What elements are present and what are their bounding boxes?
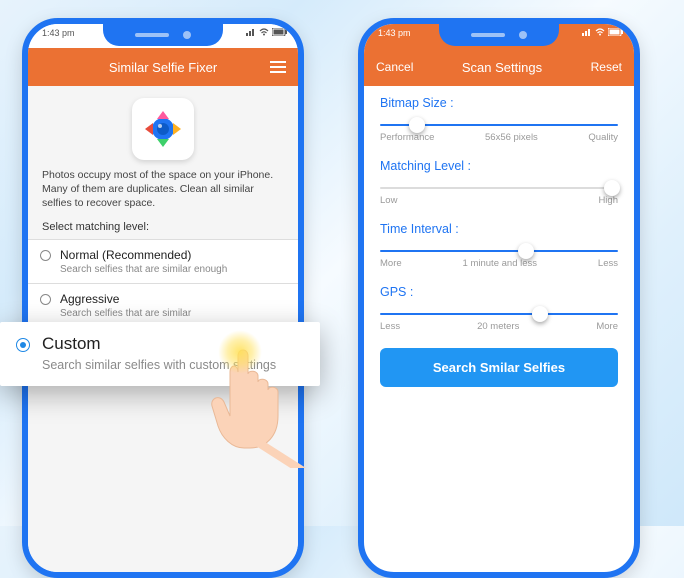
setting-gps: GPS : Less 20 meters More xyxy=(380,285,618,332)
radio-icon xyxy=(40,250,51,261)
option-title: Aggressive xyxy=(60,292,284,306)
status-indicators xyxy=(246,28,288,36)
setting-label: Matching Level : xyxy=(380,159,618,173)
notch xyxy=(103,24,223,46)
slider-right-label: Less xyxy=(598,258,618,269)
lens-icon xyxy=(139,105,187,153)
battery-icon xyxy=(272,28,288,36)
description-text: Photos occupy most of the space on your … xyxy=(28,168,298,221)
option-title: Normal (Recommended) xyxy=(60,248,284,262)
slider-left-label: Low xyxy=(380,195,397,206)
notch xyxy=(439,24,559,46)
custom-callout[interactable]: Custom Search similar selfies with custo… xyxy=(0,322,320,386)
status-time: 1:43 pm xyxy=(378,28,411,38)
cancel-button[interactable]: Cancel xyxy=(376,60,413,74)
callout-subtitle: Search similar selfies with custom setti… xyxy=(42,358,304,372)
slider-right-label: More xyxy=(596,321,618,332)
setting-label: Bitmap Size : xyxy=(380,96,618,110)
setting-time: Time Interval : More 1 minute and less L… xyxy=(380,222,618,269)
phone-left: 1:43 pm Similar Selfie Fixer xyxy=(22,18,304,578)
status-indicators xyxy=(582,28,624,36)
bitmap-slider[interactable] xyxy=(380,124,618,126)
setting-matching: Matching Level : Low High xyxy=(380,159,618,206)
option-aggressive[interactable]: Aggressive Search selfies that are simil… xyxy=(28,283,298,327)
wifi-icon xyxy=(595,28,605,36)
option-subtitle: Search selfies that are similar xyxy=(60,308,284,319)
menu-icon[interactable] xyxy=(270,61,286,73)
radio-icon xyxy=(16,338,30,352)
setting-bitmap: Bitmap Size : Performance 56x56 pixels Q… xyxy=(380,96,618,143)
app-header: Similar Selfie Fixer xyxy=(28,48,298,86)
setting-label: Time Interval : xyxy=(380,222,618,236)
battery-icon xyxy=(608,28,624,36)
slider-mid-label: 1 minute and less xyxy=(463,258,537,269)
slider-left-label: Performance xyxy=(380,132,434,143)
gps-slider[interactable] xyxy=(380,313,618,315)
slider-left-label: Less xyxy=(380,321,400,332)
page-title: Similar Selfie Fixer xyxy=(56,60,270,75)
app-header: Cancel Scan Settings Reset xyxy=(364,48,634,86)
setting-label: GPS : xyxy=(380,285,618,299)
slider-right-label: Quality xyxy=(588,132,618,143)
slider-right-label: High xyxy=(598,195,618,206)
matching-slider[interactable] xyxy=(380,187,618,189)
slider-knob[interactable] xyxy=(604,180,620,196)
option-subtitle: Search selfies that are similar enough xyxy=(60,264,284,275)
wifi-icon xyxy=(259,28,269,36)
status-bar: 1:43 pm xyxy=(364,24,634,48)
radio-icon xyxy=(40,294,51,305)
signal-icon xyxy=(246,28,256,36)
select-label: Select matching level: xyxy=(28,221,298,239)
slider-mid-label: 20 meters xyxy=(477,321,519,332)
slider-knob[interactable] xyxy=(518,243,534,259)
time-slider[interactable] xyxy=(380,250,618,252)
status-bar: 1:43 pm xyxy=(28,24,298,48)
page-title: Scan Settings xyxy=(413,60,590,75)
slider-knob[interactable] xyxy=(409,117,425,133)
search-selfies-button[interactable]: Search Smilar Selfies xyxy=(380,348,618,387)
phone-right: 1:43 pm Cancel Scan Settings Reset Bitma… xyxy=(358,18,640,578)
app-icon xyxy=(132,98,194,160)
slider-knob[interactable] xyxy=(532,306,548,322)
option-normal[interactable]: Normal (Recommended) Search selfies that… xyxy=(28,239,298,283)
reset-button[interactable]: Reset xyxy=(591,60,622,74)
slider-left-label: More xyxy=(380,258,402,269)
status-time: 1:43 pm xyxy=(42,28,75,38)
callout-title: Custom xyxy=(42,334,304,354)
slider-mid-label: 56x56 pixels xyxy=(485,132,538,143)
app-icon-wrap xyxy=(28,86,298,168)
signal-icon xyxy=(582,28,592,36)
